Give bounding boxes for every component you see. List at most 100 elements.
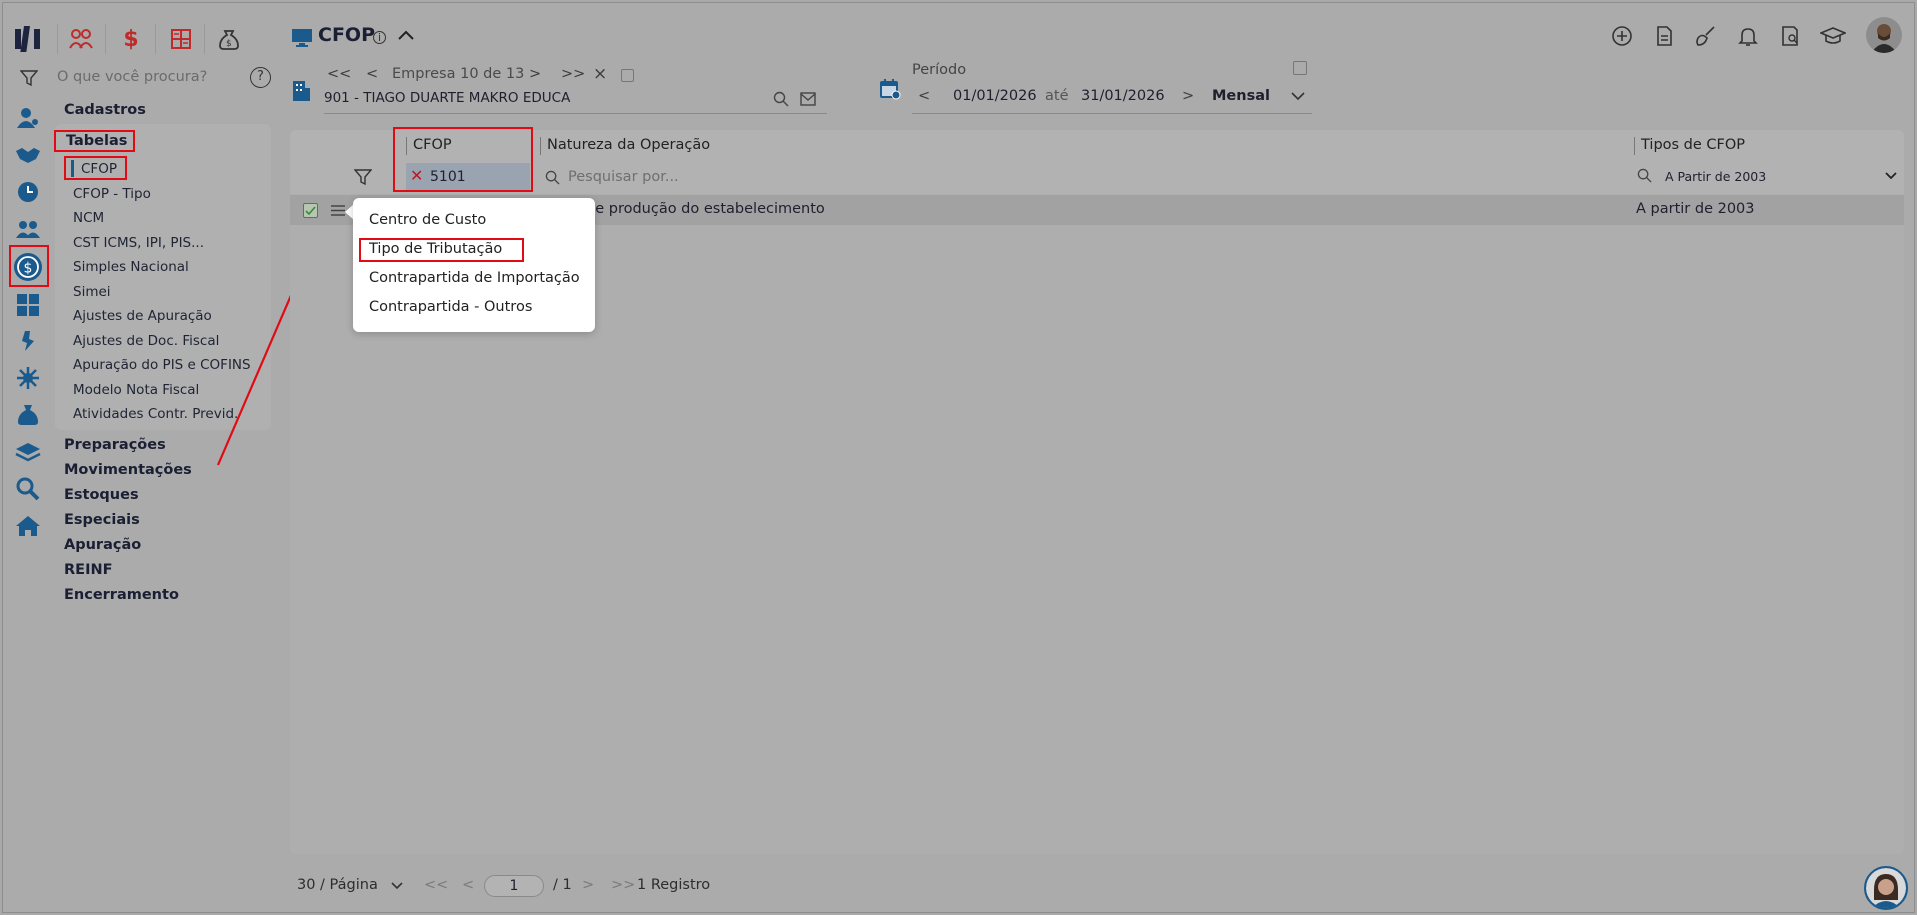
plus-circle-icon[interactable] — [1610, 24, 1636, 50]
assistant-avatar[interactable] — [1864, 866, 1908, 910]
sidebar-item-movimentacoes[interactable]: Movimentações — [64, 462, 192, 478]
next-page-button[interactable]: > — [582, 877, 594, 893]
sidebar-item-ajustes-doc-fiscal[interactable]: Ajustes de Doc. Fiscal — [73, 333, 219, 349]
company-underline — [324, 113, 827, 114]
last-page-button[interactable]: >> — [611, 877, 635, 893]
tools-icon[interactable] — [14, 327, 42, 355]
total-pages: / 1 — [553, 877, 572, 893]
sidebar-item-especiais[interactable]: Especiais — [64, 512, 140, 528]
help-icon[interactable]: ? — [250, 67, 271, 88]
dollar-icon[interactable]: $ — [118, 26, 144, 52]
envelope-icon[interactable] — [800, 92, 816, 106]
sidebar-item-encerramento[interactable]: Encerramento — [64, 587, 179, 603]
menu-item-contrapartida-outros[interactable]: Contrapartida - Outros — [369, 299, 532, 315]
column-filter-icon[interactable] — [354, 168, 372, 186]
sidebar-item-modelo-nota-fiscal[interactable]: Modelo Nota Fiscal — [73, 382, 199, 398]
sidebar-item-estoques[interactable]: Estoques — [64, 487, 139, 503]
column-header-natureza[interactable]: Natureza da Operação — [547, 137, 710, 153]
period-label: Período — [912, 62, 967, 78]
app-logo[interactable] — [15, 26, 43, 52]
sidebar-item-ncm[interactable]: NCM — [73, 210, 104, 226]
prev-page-button[interactable]: < — [462, 877, 474, 893]
sidebar-item-simei[interactable]: Simei — [73, 284, 111, 300]
row-menu-icon[interactable] — [330, 204, 346, 217]
users-icon[interactable] — [14, 215, 42, 243]
money-bag-side-icon[interactable] — [14, 401, 42, 429]
graduation-cap-icon[interactable] — [1820, 24, 1846, 50]
sidebar-item-apuracao[interactable]: Apuração — [64, 537, 141, 553]
money-bag-icon[interactable]: $ — [216, 26, 242, 52]
handshake-icon[interactable] — [14, 141, 42, 169]
menu-item-centro-de-custo[interactable]: Centro de Custo — [369, 212, 486, 228]
chevron-down-icon[interactable] — [390, 881, 404, 891]
search-side-icon[interactable] — [14, 475, 42, 503]
highlight-tipo-tributacao — [359, 238, 524, 262]
period-mode-select[interactable]: Mensal — [1212, 88, 1270, 104]
col-divider — [1634, 137, 1635, 155]
company-clear-button[interactable]: × — [593, 64, 607, 84]
period-end-input[interactable]: 31/01/2026 — [1081, 88, 1165, 104]
network-icon[interactable] — [14, 364, 42, 392]
sidebar-item-cadastros[interactable]: Cadastros — [64, 102, 146, 118]
building-icon — [291, 80, 311, 102]
home-icon[interactable] — [14, 512, 42, 540]
calculator-icon[interactable] — [168, 26, 194, 52]
tipos-filter-select[interactable]: A Partir de 2003 — [1665, 169, 1766, 184]
filter-icon[interactable] — [20, 69, 38, 87]
document-icon[interactable] — [1652, 24, 1678, 50]
column-header-tipos[interactable]: Tipos de CFOP — [1641, 137, 1745, 153]
sidebar-item-cst[interactable]: CST ICMS, IPI, PIS... — [73, 235, 204, 251]
people-icon[interactable] — [68, 26, 94, 52]
svg-text:$: $ — [226, 39, 232, 49]
sidebar-item-cfop-tipo[interactable]: CFOP - Tipo — [73, 186, 151, 202]
search-icon — [545, 170, 560, 185]
user-settings-icon[interactable] — [14, 104, 42, 132]
chevron-down-icon[interactable] — [1885, 171, 1897, 181]
divider — [57, 24, 58, 54]
chevron-down-icon[interactable] — [1290, 90, 1306, 102]
menu-item-contrapartida-importacao[interactable]: Contrapartida de Importação — [369, 270, 580, 286]
user-avatar[interactable] — [1866, 17, 1902, 53]
layers-icon[interactable] — [14, 438, 42, 466]
company-last-button[interactable]: >> — [561, 66, 585, 82]
broom-icon[interactable] — [1694, 24, 1720, 50]
natureza-search-input[interactable]: Pesquisar por... — [568, 169, 679, 185]
report-icon[interactable] — [1778, 24, 1804, 50]
company-name[interactable]: 901 - TIAGO DUARTE MAKRO EDUCA — [324, 90, 570, 106]
period-start-input[interactable]: 01/01/2026 — [953, 88, 1037, 104]
period-underline — [912, 113, 1312, 114]
sidebar-item-reinf[interactable]: REINF — [64, 562, 113, 578]
search-icon — [1637, 168, 1652, 183]
row-tipo: A partir de 2003 — [1636, 201, 1755, 217]
records-count: 1 Registro — [637, 877, 711, 893]
info-icon[interactable]: i — [373, 31, 386, 44]
row-checkbox[interactable] — [303, 203, 318, 218]
highlight-tabelas — [54, 130, 135, 152]
company-prev-button[interactable]: < — [366, 66, 378, 82]
divider — [155, 24, 156, 54]
sidebar-item-simples-nacional[interactable]: Simples Nacional — [73, 259, 189, 275]
sidebar-search-input[interactable]: O que você procura? — [57, 69, 207, 85]
highlight-cfop-column — [393, 127, 533, 192]
highlight-fiscal-icon — [9, 245, 49, 287]
calendar-icon — [879, 78, 901, 100]
period-prev-button[interactable]: < — [918, 88, 930, 104]
bell-icon[interactable] — [1736, 24, 1762, 50]
sidebar-item-ajustes-apuracao[interactable]: Ajustes de Apuração — [73, 308, 212, 324]
company-next-button[interactable]: > — [529, 66, 541, 82]
company-first-button[interactable]: << — [327, 66, 351, 82]
per-page-select[interactable]: 30 / Página — [297, 877, 378, 893]
chevron-up-icon[interactable] — [397, 28, 415, 42]
clock-icon[interactable] — [14, 178, 42, 206]
page-number-input[interactable]: 1 — [484, 875, 544, 897]
calculator-grid-icon[interactable] — [14, 291, 42, 319]
sidebar-item-preparacoes[interactable]: Preparações — [64, 437, 166, 453]
search-icon[interactable] — [773, 91, 789, 107]
page-title: CFOP — [318, 24, 375, 46]
first-page-button[interactable]: << — [424, 877, 448, 893]
divider — [204, 24, 205, 54]
company-checkbox[interactable] — [621, 69, 634, 82]
period-checkbox[interactable] — [1293, 61, 1307, 75]
period-next-button[interactable]: > — [1182, 88, 1194, 104]
highlight-cfop — [64, 156, 127, 180]
